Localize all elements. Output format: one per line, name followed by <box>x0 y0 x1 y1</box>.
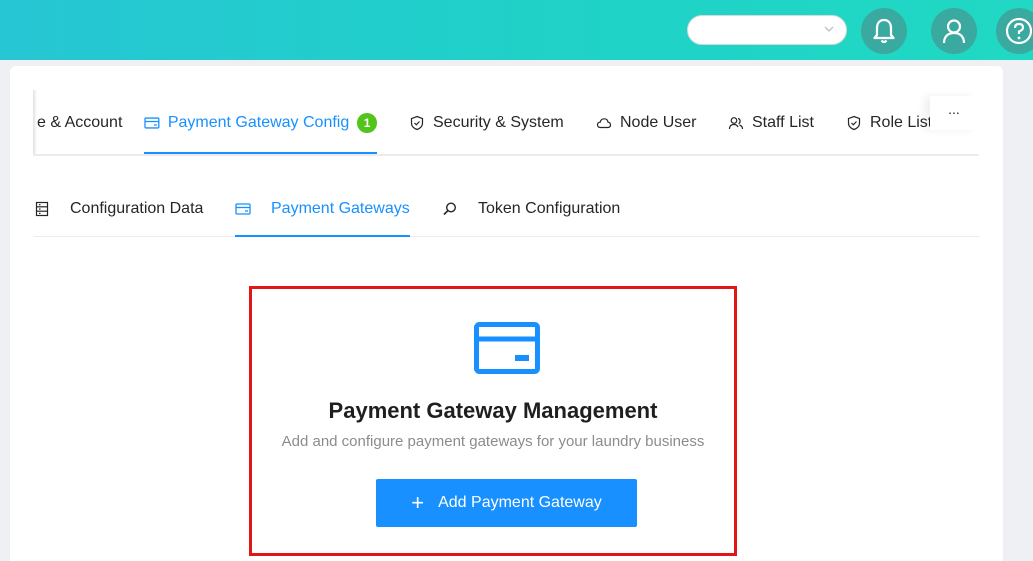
shield-icon <box>847 115 861 131</box>
button-label: Add Payment Gateway <box>438 494 602 511</box>
tab-payment-gateway-config[interactable]: Payment Gateway Config 1 <box>144 90 377 156</box>
credit-card-icon <box>144 117 160 129</box>
tab-label: Token Configuration <box>478 199 621 217</box>
tab-label: Configuration Data <box>70 199 204 217</box>
tab-label: Node User <box>620 114 697 131</box>
chevron-down-icon <box>824 26 834 32</box>
main-tab-bar: e & Account Payment Gateway Config 1 Sec… <box>33 90 979 156</box>
tab-label: e & Account <box>37 114 123 131</box>
shield-icon <box>410 115 424 131</box>
tab-role-list[interactable]: Role List <box>846 90 932 156</box>
credit-card-icon <box>235 202 251 215</box>
help-button[interactable] <box>996 8 1033 54</box>
database-icon <box>35 201 49 216</box>
credit-card-icon <box>474 322 540 374</box>
tab-staff-list[interactable]: Staff List <box>728 90 814 156</box>
plus-icon: + <box>411 490 425 515</box>
bell-icon <box>873 18 895 44</box>
tab-label: Security & System <box>433 114 564 131</box>
profile-button[interactable] <box>931 8 977 54</box>
more-tabs-button[interactable]: ... <box>930 96 978 130</box>
language-select[interactable] <box>687 15 847 45</box>
question-icon <box>1005 17 1033 45</box>
tab-label: Payment Gateways <box>271 199 410 217</box>
tab-profile-account[interactable]: e & Account <box>37 90 122 156</box>
add-payment-gateway-button[interactable]: + Add Payment Gateway <box>376 479 637 527</box>
tab-token-configuration[interactable]: Token Configuration <box>442 180 620 237</box>
tab-count-badge: 1 <box>357 113 377 133</box>
team-icon <box>728 117 744 130</box>
tab-label: Role List <box>870 114 933 131</box>
user-icon <box>942 19 966 44</box>
tab-node-user[interactable]: Node User <box>596 90 696 156</box>
tab-configuration-data[interactable]: Configuration Data <box>34 180 203 237</box>
notifications-button[interactable] <box>861 8 907 54</box>
page-title: Payment Gateway Management <box>328 398 658 423</box>
cloud-icon <box>596 118 612 129</box>
tab-label: Staff List <box>752 114 814 131</box>
tab-security-system[interactable]: Security & System <box>409 90 564 156</box>
tab-payment-gateways[interactable]: Payment Gateways <box>235 180 410 237</box>
page-subtitle: Add and configure payment gateways for y… <box>281 433 705 450</box>
top-bar <box>0 0 1033 60</box>
sub-tab-bar: Configuration Data Payment Gateways Toke… <box>34 180 980 237</box>
search-icon <box>443 201 457 215</box>
tab-label: Payment Gateway Config <box>167 114 350 131</box>
